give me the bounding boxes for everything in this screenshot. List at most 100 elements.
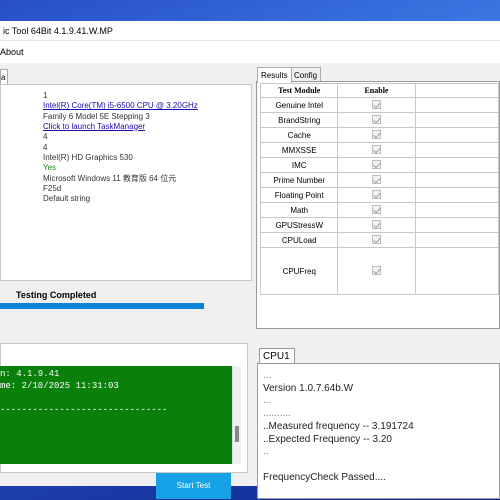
tab-info[interactable]: a	[0, 69, 8, 85]
enable-checkbox[interactable]	[371, 99, 381, 109]
enable-checkbox[interactable]	[371, 189, 381, 199]
blank-cell	[414, 202, 499, 218]
header-blank	[414, 83, 499, 98]
blank-cell	[414, 97, 499, 113]
enable-cell	[337, 157, 416, 173]
cpu-log-line: ..........	[263, 408, 291, 420]
console-line: -------------------------------	[0, 405, 168, 415]
cpu-log-line: Version 1.0.7.64b.W	[263, 382, 354, 394]
cpu-log-line: FrequencyCheck Passed....	[263, 471, 386, 483]
window-title: ic Tool 64Bit 4.1.9.41.W.MP	[3, 26, 113, 36]
console-scrollbar[interactable]	[232, 366, 241, 464]
menu-bar: About	[0, 41, 500, 63]
blank-cell	[414, 142, 499, 158]
enable-checkbox[interactable]	[371, 144, 381, 154]
blank-cell	[414, 172, 499, 188]
info-line: Intel(R) HD Graphics 530	[43, 152, 133, 162]
enable-cell	[337, 232, 416, 248]
blank-cell	[414, 247, 499, 295]
results-table: Test Module Enable Genuine Intel BrandStr…	[259, 83, 499, 295]
blank-cell	[414, 187, 499, 203]
scrollbar-thumb[interactable]	[235, 426, 239, 442]
results-row: IMC	[259, 157, 499, 173]
enable-checkbox[interactable]	[371, 174, 381, 184]
enable-cell	[337, 202, 416, 218]
tab-config[interactable]: Config	[290, 67, 322, 82]
test-module-name: CPULoad	[259, 232, 339, 248]
results-row: Math	[259, 202, 499, 218]
blank-cell	[414, 127, 499, 143]
test-module-name: GPUStressW	[259, 217, 339, 233]
cpu-log-line: ..Measured frequency -- 3.191724	[263, 420, 414, 432]
enable-checkbox[interactable]	[371, 219, 381, 229]
tab-results[interactable]: Results	[257, 67, 292, 83]
info-line: F25d	[43, 183, 62, 193]
test-module-name: Genuine Intel	[259, 97, 339, 113]
enable-cell	[337, 127, 416, 143]
info-line: 4	[43, 142, 48, 152]
test-module-name: IMC	[259, 157, 339, 173]
test-module-name: CPUFreq	[259, 247, 339, 295]
cpu-log-line: ..	[263, 446, 269, 458]
enable-checkbox[interactable]	[371, 265, 381, 275]
blank-cell	[414, 112, 499, 128]
blank-cell	[414, 157, 499, 173]
results-header-row: Test Module Enable	[259, 83, 499, 98]
test-module-name: BrandString	[259, 112, 339, 128]
results-row: BrandString	[259, 112, 499, 128]
enable-cell	[337, 187, 416, 203]
info-line: Microsoft Windows 11 教育版 64 位元	[43, 174, 177, 184]
enable-checkbox[interactable]	[371, 129, 381, 139]
cpu-log-line: ...	[263, 395, 272, 407]
enable-cell	[337, 112, 416, 128]
enable-checkbox[interactable]	[371, 234, 381, 244]
system-info-panel: 1 Intel(R) Core(TM) i5-6500 CPU @ 3.20GHz…	[0, 84, 252, 281]
info-line: Family 6 Model 5E Stepping 3	[43, 111, 150, 121]
info-line[interactable]: Intel(R) Core(TM) i5-6500 CPU @ 3.20GHz	[43, 101, 198, 110]
tab-cpu1[interactable]: CPU1	[259, 348, 295, 364]
results-row: Cache	[259, 127, 499, 143]
test-module-name: Floating Point	[259, 187, 339, 203]
progress-fill	[0, 303, 204, 309]
results-row: GPUStressW	[259, 217, 499, 233]
enable-cell	[337, 142, 416, 158]
header-test-module: Test Module	[259, 83, 339, 98]
enable-cell	[337, 217, 416, 233]
menu-about[interactable]: About	[0, 47, 24, 57]
enable-checkbox[interactable]	[371, 204, 381, 214]
info-line: 1	[43, 91, 48, 100]
test-module-name: Math	[259, 202, 339, 218]
diagnostic-tool-window: ic Tool 64Bit 4.1.9.41.W.MP About a 1 Int…	[0, 21, 500, 499]
tab-info-label: a	[1, 73, 6, 82]
cpu-log-line: ...	[263, 370, 272, 381]
enable-cell	[337, 172, 416, 188]
test-module-name: Prime Number	[259, 172, 339, 188]
cpu-log-line: ..Expected Frequency -- 3.20	[263, 433, 392, 445]
test-module-name: MMXSSE	[259, 142, 339, 158]
enable-checkbox[interactable]	[371, 159, 381, 169]
results-row: Genuine Intel	[259, 97, 499, 113]
cpu1-output-panel: ... Version 1.0.7.64b.W............. ..Mea…	[257, 363, 500, 499]
info-line: 4	[43, 132, 48, 142]
enable-cell	[337, 97, 416, 113]
info-line: Default string	[43, 194, 91, 203]
title-bar[interactable]: ic Tool 64Bit 4.1.9.41.W.MP	[0, 21, 500, 41]
blank-cell	[414, 217, 499, 233]
progress-bar	[0, 303, 204, 309]
results-row: Prime Number	[259, 172, 499, 188]
start-test-button[interactable]: Start Test	[156, 473, 231, 499]
test-module-name: Cache	[259, 127, 339, 143]
results-row: CPUFreq	[259, 247, 499, 295]
results-row: CPULoad	[259, 232, 499, 248]
console-output: n: 4.1.9.41 me: 2/10/2025 11:31:03 -------…	[0, 366, 232, 464]
info-line: Yes	[43, 163, 57, 173]
blank-cell	[414, 232, 499, 248]
info-line[interactable]: Click to launch TaskManager	[43, 122, 145, 131]
header-enable: Enable	[337, 83, 416, 98]
results-row: Floating Point	[259, 187, 499, 203]
console-line: me: 2/10/2025 11:31:03	[0, 381, 119, 391]
status-text: Testing Completed	[16, 290, 97, 300]
results-row: MMXSSE	[259, 142, 499, 158]
results-panel: Test Module Enable Genuine Intel BrandStr…	[256, 81, 500, 329]
enable-checkbox[interactable]	[371, 114, 381, 124]
